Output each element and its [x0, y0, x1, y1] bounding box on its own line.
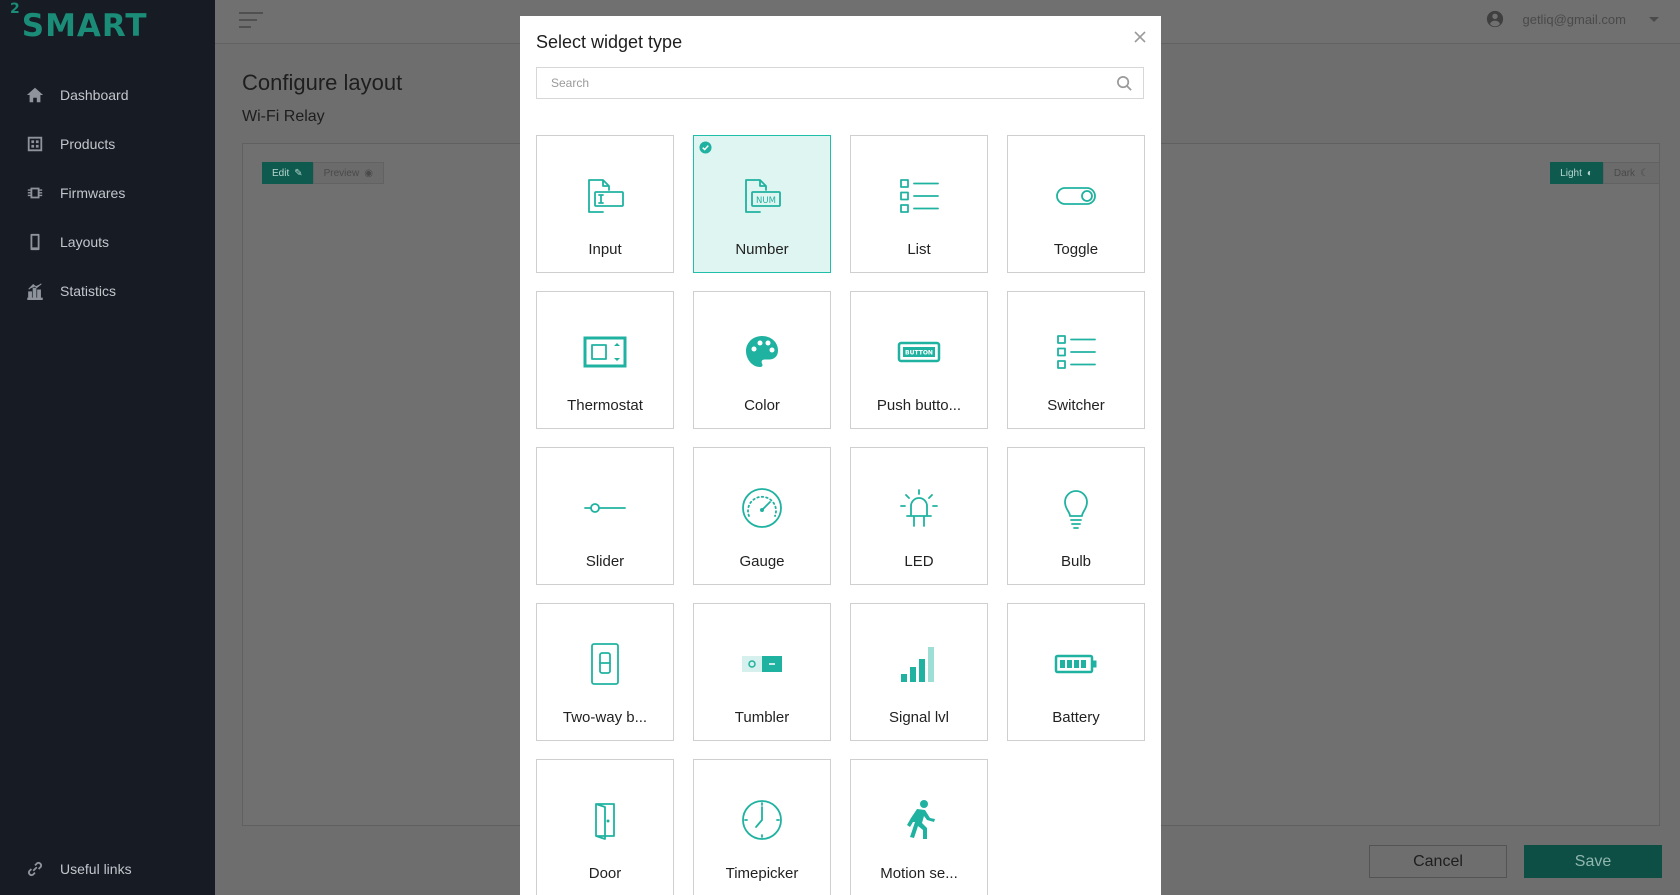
two-way-button-icon: [591, 643, 619, 685]
save-button[interactable]: Save: [1524, 845, 1662, 878]
user-avatar-icon: [1487, 10, 1504, 28]
widget-tile-number[interactable]: NUM Number: [693, 135, 831, 273]
sidebar-item-firmwares[interactable]: Firmwares: [0, 168, 215, 217]
widget-tile-list[interactable]: List: [850, 135, 988, 273]
preview-mode-button[interactable]: Preview ◉: [312, 162, 384, 184]
widget-tile-push-button[interactable]: BUTTON Push butto...: [850, 291, 988, 429]
widget-tile-signal-lvl[interactable]: Signal lvl: [850, 603, 988, 741]
chevron-down-icon: [1649, 17, 1659, 22]
chip-icon: [27, 187, 43, 198]
search-input[interactable]: [537, 68, 1143, 98]
cancel-button[interactable]: Cancel: [1369, 845, 1507, 878]
signal-icon: [901, 647, 934, 682]
user-menu[interactable]: getliq@gmail.com: [1486, 10, 1660, 28]
clock-icon: [742, 800, 782, 840]
contrast-icon: ◐: [1586, 167, 1593, 179]
close-button[interactable]: [1133, 30, 1147, 44]
mode-toggle: Edit ✎ Preview ◉: [262, 162, 384, 184]
bar-chart-icon: [27, 282, 43, 300]
sidebar-item-useful-links[interactable]: Useful links: [26, 860, 132, 878]
sidebar: 2SMART Dashboard Products Firmwares Layo…: [0, 0, 215, 895]
widget-tile-two-way-button[interactable]: Two-way b...: [536, 603, 674, 741]
select-widget-modal: Select widget type Input NUM Number List…: [520, 16, 1161, 895]
widget-tile-tumbler[interactable]: Tumbler: [693, 603, 831, 741]
led-icon: [900, 489, 938, 527]
widget-tile-switcher[interactable]: Switcher: [1007, 291, 1145, 429]
widget-tile-thermostat[interactable]: Thermostat: [536, 291, 674, 429]
products-icon: [27, 136, 43, 151]
sidebar-item-layouts[interactable]: Layouts: [0, 217, 215, 266]
widget-tile-battery[interactable]: Battery: [1007, 603, 1145, 741]
home-icon: [26, 87, 44, 102]
widget-tile-slider[interactable]: Slider: [536, 447, 674, 585]
tumbler-icon: [742, 656, 782, 672]
widget-tile-timepicker[interactable]: Timepicker: [693, 759, 831, 895]
widget-tile-color[interactable]: Color: [693, 291, 831, 429]
bulb-icon: [1064, 490, 1088, 529]
edit-mode-button[interactable]: Edit ✎: [262, 162, 313, 184]
motion-icon: [907, 800, 935, 839]
light-theme-button[interactable]: Light ◐: [1550, 162, 1603, 184]
input-icon: [588, 179, 624, 213]
user-email: getliq@gmail.com: [1522, 11, 1626, 27]
search-box: [536, 67, 1144, 99]
page-subtitle: Wi-Fi Relay: [242, 108, 325, 125]
eye-icon: ◉: [364, 167, 373, 179]
widget-tile-door[interactable]: Door: [536, 759, 674, 895]
theme-toggle: Light ◐ Dark ☾: [1550, 162, 1660, 184]
toggle-icon: [1056, 187, 1096, 205]
slider-icon: [584, 503, 626, 513]
phone-icon: [30, 233, 40, 250]
moon-icon: ☾: [1640, 167, 1649, 179]
pencil-icon: ✎: [294, 167, 303, 179]
logo[interactable]: 2SMART: [10, 1, 148, 44]
modal-title: Select widget type: [536, 32, 683, 52]
widget-tile-gauge[interactable]: Gauge: [693, 447, 831, 585]
search-icon: [1117, 76, 1132, 91]
list-icon: [900, 179, 939, 213]
number-icon: NUM: [745, 179, 781, 213]
sidebar-nav: Dashboard Products Firmwares Layouts Sta…: [0, 70, 215, 315]
widget-tile-toggle[interactable]: Toggle: [1007, 135, 1145, 273]
widget-grid: Input NUM Number List Toggle Thermostat …: [536, 135, 1145, 895]
widget-tile-motion-sensor[interactable]: Motion se...: [850, 759, 988, 895]
dark-theme-button[interactable]: Dark ☾: [1602, 162, 1660, 184]
sidebar-item-statistics[interactable]: Statistics: [0, 266, 215, 315]
svg-text:BUTTON: BUTTON: [905, 350, 933, 357]
door-icon: [595, 803, 615, 840]
thermostat-icon: [583, 336, 627, 368]
menu-toggle-icon[interactable]: [239, 12, 263, 33]
svg-text:NUM: NUM: [756, 196, 776, 206]
sidebar-item-products[interactable]: Products: [0, 119, 215, 168]
close-icon: [1134, 31, 1146, 43]
battery-icon: [1054, 654, 1097, 674]
gauge-icon: [742, 488, 782, 528]
widget-tile-led[interactable]: LED: [850, 447, 988, 585]
widget-tile-bulb[interactable]: Bulb: [1007, 447, 1145, 585]
push-button-icon: BUTTON: [897, 341, 941, 363]
widget-tile-input[interactable]: Input: [536, 135, 674, 273]
link-icon: [28, 862, 42, 876]
check-circle-icon: [699, 141, 712, 154]
palette-icon: [746, 336, 778, 367]
sidebar-item-dashboard[interactable]: Dashboard: [0, 70, 215, 119]
page-title: Configure layout: [242, 70, 403, 95]
switcher-icon: [1057, 335, 1096, 369]
